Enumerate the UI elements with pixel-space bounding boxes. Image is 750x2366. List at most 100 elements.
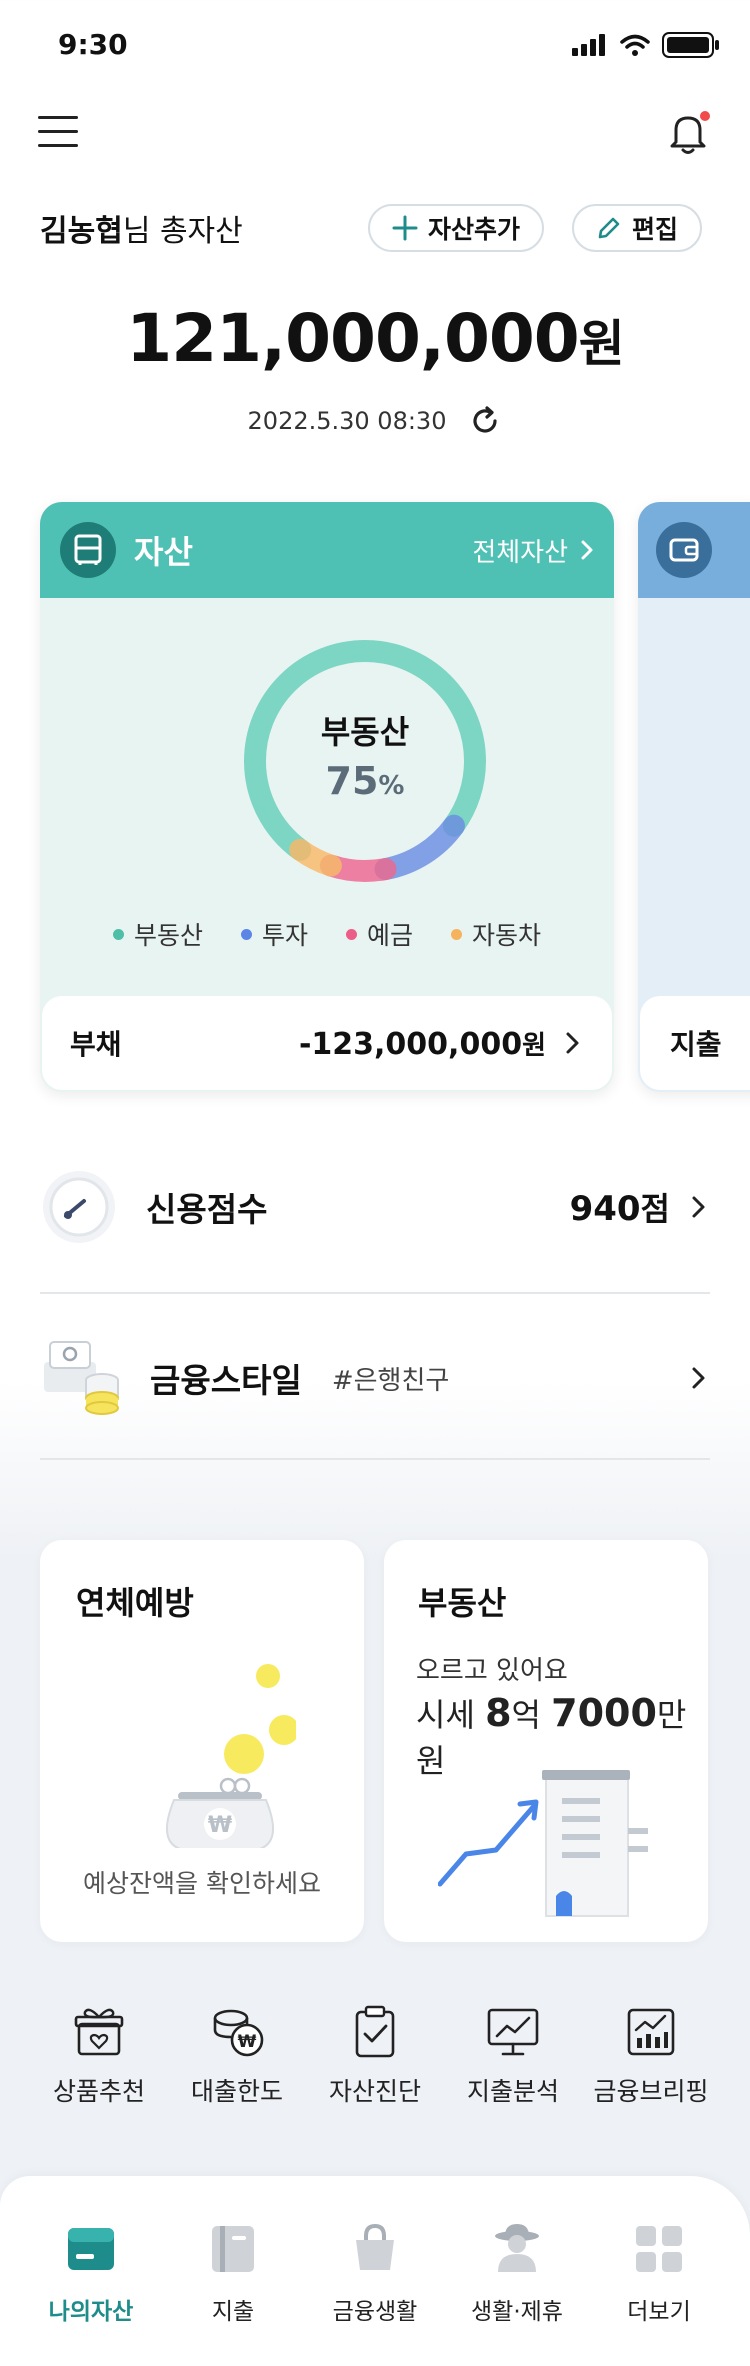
report-chart-icon — [627, 2008, 675, 2056]
nav-item-label: 더보기 — [627, 2299, 691, 2325]
finance-style-row[interactable]: 금융스타일 #은행친구 — [40, 1334, 710, 1422]
asset-card-header: 자산 전체자산 — [40, 502, 614, 598]
finance-style-tag: #은행친구 — [331, 1365, 450, 1396]
bank-coins-icon — [44, 1341, 119, 1415]
real-estate-card-title: 부동산 — [418, 1584, 507, 1622]
add-asset-label: 자산추가 — [428, 215, 521, 244]
expense-peek-row: 지출 — [640, 996, 750, 1090]
notification-bell-icon[interactable] — [668, 110, 712, 156]
nav-item[interactable]: 지출 — [168, 2220, 298, 2366]
person-hat-icon — [495, 2224, 539, 2272]
nav-item[interactable]: 더보기 — [594, 2220, 724, 2366]
donut-center-value: 75% — [240, 759, 490, 803]
legend-label: 부동산 — [133, 921, 203, 950]
legend-label: 예금 — [367, 921, 414, 950]
overdue-card-title: 연체예방 — [76, 1584, 194, 1622]
coin-purse-icon: ₩ — [166, 1664, 296, 1848]
battery-icon — [662, 32, 719, 58]
all-assets-link[interactable]: 전체자산 — [472, 532, 594, 569]
book-icon — [212, 2226, 254, 2272]
wallet-icon — [656, 522, 712, 578]
divider — [40, 1458, 710, 1460]
quick-menu-label: 상품추천 — [52, 2077, 145, 2106]
nav-item-label: 생활·제휴 — [471, 2299, 563, 2325]
signal-icon — [572, 34, 605, 56]
total-amount: 121,000,000원 — [0, 300, 750, 377]
grid-icon — [636, 2226, 682, 2272]
expense-card-header — [638, 502, 750, 598]
status-icons — [572, 32, 720, 58]
credit-score-value: 940점 — [570, 1184, 670, 1230]
debt-label: 부채 — [70, 1028, 122, 1061]
quick-menu-item[interactable]: 지출분석 — [444, 2004, 582, 2108]
chart-monitor-icon — [487, 2008, 539, 2056]
quick-menu-label: 자산진단 — [328, 2077, 421, 2106]
debt-amount: -123,000,000원 — [299, 1025, 546, 1062]
status-time: 9:30 — [58, 28, 128, 61]
coins-icon: ₩ — [213, 2009, 264, 2057]
total-amount-value: 121,000,000 — [126, 300, 579, 377]
credit-score-label: 신용점수 — [146, 1190, 268, 1229]
donut-center-number: 75 — [325, 759, 379, 803]
asset-card[interactable]: 자산 전체자산 부동산 75% 부동산 투자 예금 자동차 부채 -123,000,0… — [40, 502, 614, 1092]
nav-item[interactable]: 금융생활 — [310, 2220, 440, 2366]
real-estate-card[interactable]: 부동산 오르고 있어요 시세 8억 7000만원 — [384, 1540, 708, 1942]
nav-item[interactable]: 나의자산 — [26, 2220, 156, 2366]
legend-item: 자동차 — [451, 916, 541, 952]
price-number-1: 8 — [485, 1691, 512, 1735]
updated-at: 2022.5.30 08:30 — [247, 407, 447, 435]
svg-text:₩: ₩ — [238, 2032, 257, 2052]
refresh-icon[interactable] — [468, 404, 502, 438]
price-prefix: 시세 — [416, 1696, 486, 1734]
quick-menu-item[interactable]: 금융브리핑 — [582, 2004, 720, 2108]
real-estate-card-subtitle: 오르고 있어요 — [416, 1656, 568, 1686]
nav-item-label: 금융생활 — [332, 2299, 418, 2325]
debt-row[interactable]: 부채 -123,000,000원 — [42, 996, 612, 1090]
donut-center-label: 부동산 — [320, 713, 410, 751]
total-amount-unit: 원 — [578, 315, 625, 373]
quick-menu-item[interactable]: 상품추천 — [30, 2004, 168, 2108]
pencil-icon — [598, 217, 620, 239]
quick-menu-item[interactable]: ₩ 대출한도 — [168, 2004, 306, 2108]
quick-menu-label: 지출분석 — [466, 2077, 559, 2106]
nav-item[interactable]: 생활·제휴 — [452, 2220, 582, 2366]
gift-icon — [74, 2008, 124, 2056]
greeting-suffix: 님 총자산 — [122, 214, 243, 249]
credit-score-row[interactable]: 신용점수 940점 — [40, 1168, 710, 1246]
plus-icon — [392, 215, 418, 241]
legend-item: 부동산 — [112, 916, 203, 952]
all-assets-label: 전체자산 — [472, 537, 568, 568]
gauge-icon — [43, 1171, 115, 1243]
legend-dot — [346, 928, 357, 940]
wifi-icon — [620, 34, 650, 56]
divider — [40, 1292, 710, 1294]
price-mid: 억 — [511, 1696, 552, 1734]
debt-amount-value: -123,000,000 — [298, 1026, 523, 1062]
overdue-prevention-card[interactable]: 연체예방 ₩ 예상잔액을 확인하세요 — [40, 1540, 364, 1942]
donut-center-unit: % — [378, 771, 405, 801]
user-name: 김농협 — [40, 214, 123, 249]
edit-label: 편집 — [632, 215, 679, 244]
chevron-right-icon — [581, 540, 593, 560]
edit-button[interactable]: 편집 — [572, 204, 703, 252]
wallet-icon — [68, 2228, 114, 2270]
expense-card-peek[interactable]: 지출 — [638, 502, 750, 1092]
quick-menu-label: 대출한도 — [190, 2077, 283, 2106]
add-asset-button[interactable]: 자산추가 — [368, 204, 545, 252]
price-number-2: 7000 — [551, 1691, 657, 1735]
chevron-right-icon — [692, 1196, 705, 1218]
chevron-right-icon — [566, 1032, 579, 1054]
legend-dot — [240, 928, 252, 940]
nav-item-label: 지출 — [211, 2299, 255, 2325]
updated-at-row: 2022.5.30 08:30 — [0, 404, 750, 438]
building-trend-icon — [438, 1770, 648, 1917]
total-assets-heading: 김농협님 총자산 — [40, 206, 243, 250]
quick-menu-item[interactable]: 자산진단 — [306, 2004, 444, 2108]
hamburger-menu-icon[interactable] — [38, 116, 78, 150]
legend-dot — [451, 928, 463, 940]
asset-card-title: 자산 — [134, 533, 193, 571]
quick-menu: 상품추천 ₩ 대출한도 자산진단 지출분석 금융브리핑 — [30, 2004, 720, 2108]
overdue-card-caption: 예상잔액을 확인하세요 — [83, 1869, 321, 1898]
asset-legend: 부동산 투자 예금 자동차 — [40, 916, 614, 952]
bottom-navigation: 나의자산 지출 금융생활 생활·제휴 더보기 — [0, 2176, 750, 2366]
